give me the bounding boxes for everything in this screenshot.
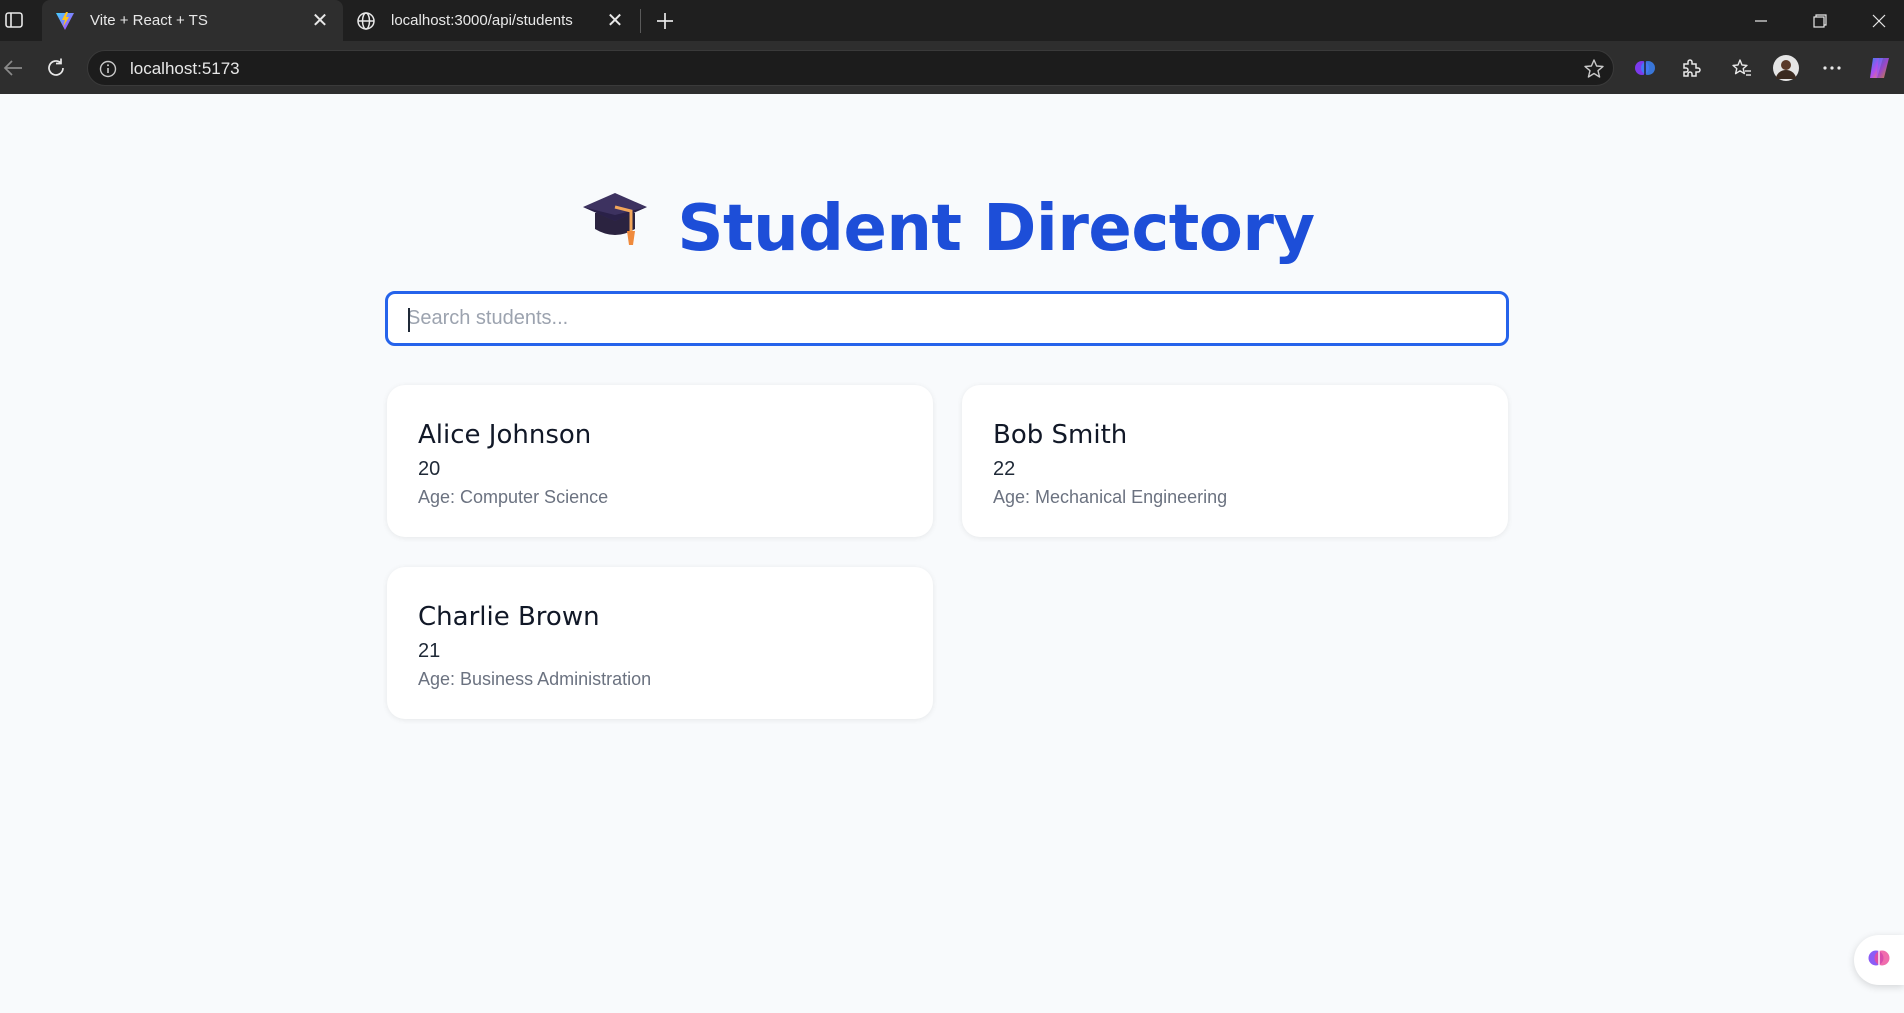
browser-tab-bar: Vite + React + TS ✕ localhost:3000/api/s… (0, 0, 1904, 41)
globe-icon (355, 10, 377, 32)
page-content: Student Directory Alice Johnson 20 Age: … (0, 94, 1904, 1013)
close-tab-icon[interactable]: ✕ (604, 10, 626, 32)
page-title-text: Student Directory (677, 192, 1315, 266)
page-title: Student Directory (0, 192, 1896, 271)
student-number: 22 (993, 458, 1016, 480)
text-cursor (408, 308, 410, 332)
copilot-brain-icon (1866, 945, 1892, 976)
copilot-brain-icon[interactable] (1630, 53, 1660, 83)
tab-title: localhost:3000/api/students (391, 12, 573, 29)
student-detail: Age: Mechanical Engineering (993, 487, 1228, 507)
profile-avatar[interactable] (1771, 53, 1801, 83)
tab-actions-icon[interactable] (4, 10, 24, 30)
student-name: Bob Smith (993, 420, 1128, 450)
copilot-icon[interactable] (1865, 53, 1895, 83)
student-number: 21 (418, 640, 441, 662)
address-url: localhost:5173 (130, 59, 240, 78)
browser-tab-vite[interactable]: Vite + React + TS ✕ (42, 0, 343, 41)
tab-separator (640, 9, 641, 33)
new-tab-icon[interactable] (651, 7, 679, 35)
refresh-icon[interactable] (41, 53, 71, 83)
favorites-collection-icon[interactable] (1727, 53, 1757, 83)
extensions-puzzle-icon[interactable] (1676, 53, 1706, 83)
tab-title: Vite + React + TS (90, 12, 208, 29)
graduation-cap-icon (581, 187, 649, 265)
student-name: Charlie Brown (418, 602, 600, 632)
address-bar[interactable]: localhost:5173 (87, 50, 1614, 86)
close-window-icon[interactable] (1856, 0, 1902, 41)
copilot-floating-button[interactable] (1854, 935, 1904, 985)
close-tab-icon[interactable]: ✕ (309, 10, 331, 32)
search-input[interactable] (388, 294, 1506, 343)
student-card[interactable]: Alice Johnson 20 Age: Computer Science (387, 385, 933, 537)
vite-icon (54, 10, 76, 32)
student-detail: Age: Business Administration (418, 669, 652, 689)
back-arrow-icon[interactable] (0, 53, 28, 83)
search-box[interactable] (385, 291, 1509, 346)
student-card[interactable]: Charlie Brown 21 Age: Business Administr… (387, 567, 933, 719)
restore-icon[interactable] (1797, 0, 1843, 41)
student-card[interactable]: Bob Smith 22 Age: Mechanical Engineering (962, 385, 1508, 537)
minimize-icon[interactable] (1738, 0, 1784, 41)
browser-toolbar: localhost:5173 (0, 41, 1904, 94)
more-options-icon[interactable] (1817, 53, 1847, 83)
favorite-star-icon[interactable] (1583, 58, 1605, 80)
student-name: Alice Johnson (418, 420, 592, 450)
student-detail: Age: Computer Science (418, 487, 609, 507)
student-number: 20 (418, 458, 441, 480)
site-info-icon[interactable] (98, 59, 118, 79)
browser-tab-api[interactable]: localhost:3000/api/students ✕ (343, 0, 638, 41)
